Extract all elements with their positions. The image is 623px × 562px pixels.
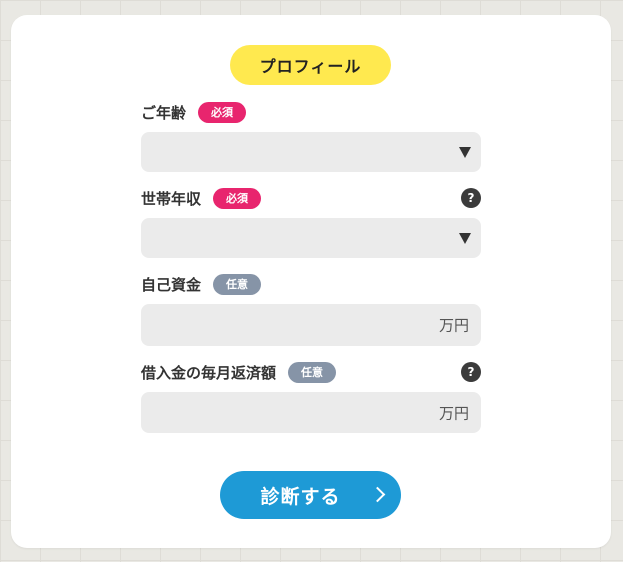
monthly-repayment-label-row: 借入金の毎月返済額 任意 ?: [141, 360, 481, 384]
age-label-row: ご年齢 必須: [141, 100, 481, 124]
optional-badge: 任意: [213, 273, 262, 295]
age-label: ご年齢: [141, 103, 187, 122]
own-funds-field: 自己資金 任意 万円: [141, 272, 481, 346]
unit-label: 万円: [438, 404, 469, 422]
required-badge: 必須: [213, 187, 262, 209]
dropdown-caret-icon: [459, 147, 471, 158]
household-income-label: 世帯年収: [141, 189, 202, 208]
optional-badge: 任意: [288, 361, 337, 383]
help-icon[interactable]: ?: [461, 362, 481, 382]
diagnose-button-label: 診断する: [260, 485, 341, 508]
age-select[interactable]: [141, 132, 481, 172]
own-funds-label: 自己資金: [141, 275, 202, 294]
monthly-repayment-input[interactable]: 万円: [141, 392, 481, 433]
own-funds-input[interactable]: 万円: [141, 304, 481, 346]
diagnose-button[interactable]: 診断する: [220, 471, 401, 519]
household-income-label-row: 世帯年収 必須 ?: [141, 186, 481, 210]
help-icon[interactable]: ?: [461, 188, 481, 208]
profile-card: プロフィール ご年齢 必須 世帯年収 必須 ? 自己資金 任意 万円 借入金の毎…: [11, 15, 611, 548]
own-funds-label-row: 自己資金 任意: [141, 272, 481, 296]
dropdown-caret-icon: [459, 233, 471, 244]
household-income-select[interactable]: [141, 218, 481, 258]
unit-label: 万円: [438, 316, 469, 335]
section-title: プロフィール: [230, 45, 391, 85]
chevron-right-icon: [369, 486, 386, 503]
household-income-field: 世帯年収 必須 ?: [141, 186, 481, 258]
monthly-repayment-field: 借入金の毎月返済額 任意 ? 万円: [141, 360, 481, 433]
required-badge: 必須: [198, 101, 247, 123]
age-field: ご年齢 必須: [141, 100, 481, 172]
monthly-repayment-label: 借入金の毎月返済額: [141, 363, 277, 382]
